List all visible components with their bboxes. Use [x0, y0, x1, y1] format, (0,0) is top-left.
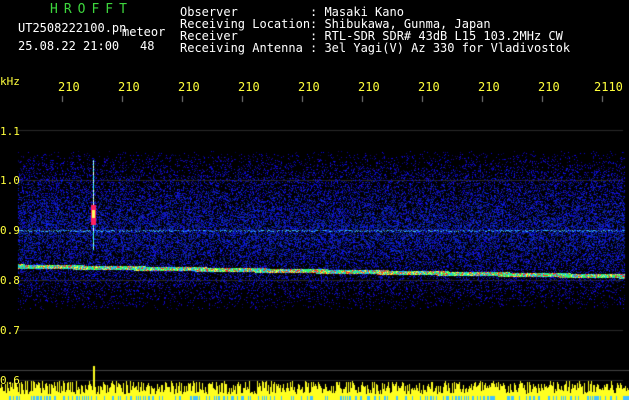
y-tick-label: 0.7 [0, 324, 20, 337]
x-tick-label: 210 [238, 80, 260, 94]
antenna-value: : 3el Yagi(V) Az 330 for Vladivostok [310, 41, 571, 55]
x-tick-label: 2110 [594, 80, 623, 94]
brand-title: HROFFT [50, 2, 133, 17]
y-tick-label: 1.0 [0, 174, 20, 187]
y-unit-label: kHz [0, 75, 20, 88]
y-tick-label: 1.1 [0, 125, 20, 138]
y-tick-label: 0.9 [0, 224, 20, 237]
x-tick-label: 210 [478, 80, 500, 94]
x-tick-label: 210 [58, 80, 80, 94]
y-tick-label: 0.6 [0, 374, 20, 387]
type-label: meteor [122, 25, 166, 39]
spectrogram-canvas [0, 0, 629, 400]
x-tick-label: 210 [298, 80, 320, 94]
x-tick-label: 210 [538, 80, 560, 94]
filename-label: UT2508222100.pn [18, 21, 127, 35]
x-tick-label: 210 [418, 80, 440, 94]
antenna-label: Receiving Antenna [180, 41, 303, 55]
datetime-label: 25.08.22 21:00 [18, 39, 120, 53]
count-label: 48 [140, 39, 155, 53]
x-tick-label: 210 [178, 80, 200, 94]
x-tick-label: 210 [118, 80, 140, 94]
x-tick-label: 210 [358, 80, 380, 94]
y-tick-label: 0.8 [0, 274, 20, 287]
